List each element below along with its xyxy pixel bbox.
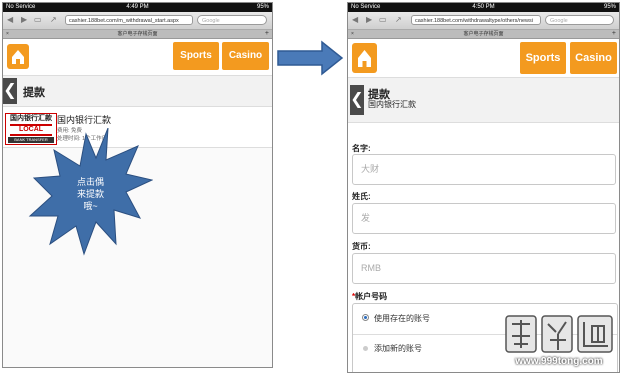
chevron-left-icon: ❮ xyxy=(3,82,17,99)
tab-bar: × 客户电子存钱页面 + xyxy=(3,30,272,39)
currency-field[interactable]: RMB xyxy=(352,253,616,284)
status-bar: No Service 4:50 PM 95% xyxy=(348,3,619,12)
radio-selected-icon[interactable] xyxy=(362,314,369,321)
watermark-url: www.999tong.com xyxy=(515,356,603,367)
browser-toolbar: ◀ ▶ ▭ ↗ cashier.188bet.com/m_withdrawal_… xyxy=(3,12,272,30)
tab-title[interactable]: 客户电子存钱页面 xyxy=(117,31,157,37)
status-bar: No Service 4:49 PM 95% xyxy=(3,3,272,12)
tab-title[interactable]: 客户电子存钱页面 xyxy=(463,31,503,37)
share-icon[interactable]: ↗ xyxy=(395,15,402,25)
account-number-label: *帐户号码 xyxy=(352,292,388,301)
first-name-label: 名字: xyxy=(352,144,371,153)
tab-bar: × 客户电子存钱页面 + xyxy=(348,30,619,39)
site-header: Sports Casino xyxy=(3,39,272,76)
page-title-bar: ❮ 提款 国内银行汇款 xyxy=(348,78,619,123)
search-field[interactable]: Google xyxy=(197,15,267,25)
method-name: 国内银行汇款 xyxy=(57,115,112,125)
last-name-field[interactable]: 发 xyxy=(352,203,616,234)
back-button[interactable]: ❮ xyxy=(3,78,17,104)
back-arrow-icon[interactable]: ◀ xyxy=(352,15,358,25)
casino-button[interactable]: Casino xyxy=(570,42,617,74)
last-name-label: 姓氏: xyxy=(352,192,371,201)
page-title-bar: ❮ 提款 xyxy=(3,76,272,107)
transition-arrow-icon xyxy=(277,40,344,76)
share-icon[interactable]: ↗ xyxy=(50,15,57,25)
casino-button[interactable]: Casino xyxy=(222,42,269,70)
sports-button[interactable]: Sports xyxy=(173,42,219,70)
search-field[interactable]: Google xyxy=(545,15,614,25)
currency-label: 货币: xyxy=(352,242,371,251)
callout-burst: 点击偶 来提款 哦~ xyxy=(28,128,153,256)
watermark: www.999tong.com xyxy=(500,312,618,370)
site-header: Sports Casino xyxy=(348,39,619,78)
bookmarks-icon[interactable]: ▭ xyxy=(379,15,387,25)
address-bar[interactable]: cashier.188bet.com/m_withdrawal_start.as… xyxy=(65,15,193,25)
forward-arrow-icon[interactable]: ▶ xyxy=(366,15,372,25)
new-tab-icon[interactable]: + xyxy=(265,30,269,38)
callout-text: 点击偶 来提款 哦~ xyxy=(76,177,104,211)
tab-close-icon[interactable]: × xyxy=(351,30,354,38)
battery-label: 95% xyxy=(256,4,269,10)
first-name-field[interactable]: 大财 xyxy=(352,154,616,185)
back-button[interactable]: ❮ xyxy=(350,85,364,115)
sports-button[interactable]: Sports xyxy=(520,42,566,74)
home-logo-icon[interactable] xyxy=(7,44,29,69)
chevron-left-icon: ❮ xyxy=(350,91,364,108)
bookmarks-icon[interactable]: ▭ xyxy=(34,15,42,25)
browser-toolbar: ◀ ▶ ▭ ↗ cashier.188bet.com/withdrawaltyp… xyxy=(348,12,619,30)
back-arrow-icon[interactable]: ◀ xyxy=(7,15,13,25)
new-tab-icon[interactable]: + xyxy=(612,30,616,38)
clock: 4:50 PM xyxy=(472,4,495,10)
tab-close-icon[interactable]: × xyxy=(6,30,9,38)
page-title: 提款 xyxy=(23,87,45,99)
page-subtitle: 国内银行汇款 xyxy=(368,100,416,109)
home-logo-icon[interactable] xyxy=(352,43,377,73)
radio-unselected-icon[interactable] xyxy=(363,346,368,351)
forward-arrow-icon[interactable]: ▶ xyxy=(21,15,27,25)
battery-label: 95% xyxy=(603,4,616,10)
address-bar[interactable]: cashier.188bet.com/withdrawaltype/others… xyxy=(411,15,541,25)
left-screenshot: No Service 4:49 PM 95% ◀ ▶ ▭ ↗ cashier.1… xyxy=(2,2,273,368)
clock: 4:49 PM xyxy=(126,4,149,10)
